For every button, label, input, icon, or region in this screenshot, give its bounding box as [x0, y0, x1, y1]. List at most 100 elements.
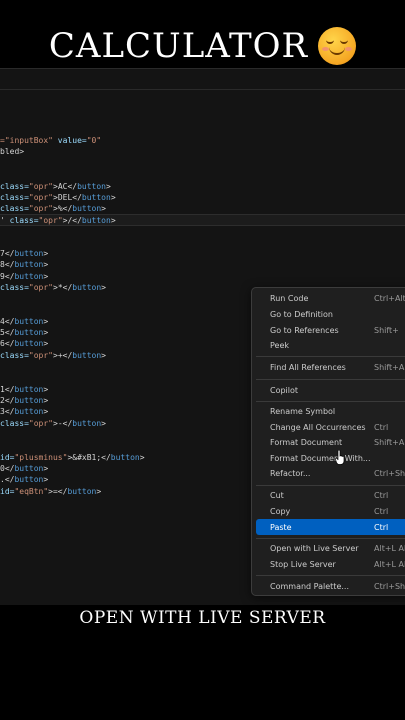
menu-item-label: Find All References [270, 362, 346, 372]
menu-item-go-to-definition[interactable]: Go to Definition [256, 306, 405, 322]
code-token: button [81, 216, 111, 225]
code-token: 2</ [0, 396, 15, 405]
code-token: > [96, 487, 102, 496]
title-text: CALCULATOR [48, 26, 309, 66]
code-token: 4</ [0, 317, 15, 326]
code-line[interactable]: .</button> [0, 474, 48, 486]
menu-item-run-code[interactable]: Run Code Ctrl+Alt [256, 290, 405, 306]
editor-divider [0, 89, 405, 90]
code-token: id= [0, 453, 15, 462]
menu-item-shortcut: Ctrl+Shift [374, 581, 405, 591]
menu-separator [256, 538, 405, 539]
code-token: >/</ [62, 216, 82, 225]
menu-item-change-all-occurrences[interactable]: Change All Occurrences Ctrl [256, 419, 405, 435]
code-token: "opr" [28, 419, 53, 428]
code-line[interactable]: bled> [0, 146, 24, 158]
code-token: class= [0, 283, 29, 292]
code-token: > [101, 351, 106, 360]
code-line[interactable]: 8</button> [0, 259, 48, 271]
code-token: button [81, 193, 111, 202]
code-token: button [14, 272, 44, 281]
menu-item-stop-live-server[interactable]: Stop Live Server Alt+L Alt [256, 556, 405, 572]
menu-item-paste[interactable]: Paste Ctrl [256, 519, 405, 535]
hand-cursor-icon [335, 450, 345, 465]
code-token: button [14, 407, 44, 416]
code-token: ="inputBox" [0, 136, 58, 145]
menu-item-shortcut: Alt+L Alt [374, 543, 405, 553]
code-token: button [14, 396, 44, 405]
code-token: >%</ [53, 204, 73, 213]
code-line[interactable]: class="opr">+</button> [0, 350, 106, 362]
code-token: "plusminus" [14, 453, 68, 462]
menu-separator [256, 401, 405, 402]
code-token: bled> [0, 147, 25, 156]
menu-item-shortcut: Ctrl [374, 522, 389, 532]
code-editor[interactable]: ="inputBox" value="0" bled> class="opr">AC… [0, 68, 405, 605]
code-line[interactable]: id="eqBtn">=</button> [0, 486, 101, 498]
code-line[interactable]: class="opr">-</button> [0, 418, 106, 430]
menu-separator [256, 356, 405, 357]
code-token: > [43, 328, 49, 337]
menu-item-copy[interactable]: Copy Ctrl [256, 503, 405, 519]
code-token: button [14, 260, 44, 269]
code-token: button [14, 249, 44, 258]
code-line[interactable]: 3</button> [0, 406, 48, 418]
menu-item-shortcut: Ctrl+Shift [374, 468, 405, 478]
menu-item-go-to-references[interactable]: Go to References Shift+ [256, 322, 405, 338]
menu-item-shortcut: Shift+Alt+ [374, 362, 405, 372]
menu-item-cut[interactable]: Cut Ctrl [256, 487, 405, 503]
menu-item-copilot[interactable]: Copilot [256, 382, 405, 398]
menu-item-find-all-references[interactable]: Find All References Shift+Alt+ [256, 359, 405, 375]
code-token: button [14, 317, 44, 326]
code-token: ' [0, 216, 10, 225]
menu-item-shortcut: Shift+ [374, 325, 399, 335]
code-token: "opr" [28, 204, 53, 213]
code-token: > [43, 249, 49, 258]
video-title: CALCULATOR [0, 22, 405, 70]
code-token: button [72, 419, 102, 428]
code-token: button [14, 328, 44, 337]
context-menu: Run Code Ctrl+Alt Go to Definition Go to Re… [251, 287, 405, 596]
code-token: "eqBtn" [14, 487, 49, 496]
code-line[interactable]: 6</button> [0, 338, 48, 350]
code-token: button [77, 182, 106, 191]
menu-item-shortcut: Ctrl+Alt [374, 293, 405, 303]
menu-separator [256, 575, 405, 576]
menu-item-refactor[interactable]: Refactor... Ctrl+Shift [256, 465, 405, 481]
code-line[interactable]: class="opr">*</button> [0, 282, 106, 294]
menu-item-peek[interactable]: Peek [256, 337, 405, 353]
code-line[interactable]: ' class="opr">/</button> [0, 214, 405, 226]
menu-item-label: Cut [270, 490, 284, 500]
code-token: >&#xB1;</ [67, 453, 111, 462]
code-token: > [43, 385, 49, 394]
menu-item-command-palette[interactable]: Command Palette... Ctrl+Shift [256, 578, 405, 594]
code-token: button [72, 351, 102, 360]
menu-item-label: Peek [270, 340, 290, 350]
code-token: 5</ [0, 328, 15, 337]
code-token: >AC</ [53, 182, 78, 191]
menu-item-label: Refactor... [270, 468, 311, 478]
menu-item-label: Run Code [270, 293, 309, 303]
code-token: button [14, 475, 44, 484]
smiling-face-icon [318, 27, 357, 65]
menu-item-shortcut: Ctrl [374, 506, 389, 516]
menu-item-format-document[interactable]: Format Document Shift+Alt [256, 434, 405, 450]
code-token: 6</ [0, 339, 15, 348]
menu-item-label: Go to References [270, 325, 339, 335]
code-token: 8</ [0, 260, 15, 269]
code-token: > [101, 204, 106, 213]
code-token: > [139, 453, 145, 462]
menu-item-label: Go to Definition [270, 309, 333, 319]
menu-item-shortcut: Ctrl [374, 490, 389, 500]
menu-item-label: Format Document With... [270, 453, 371, 463]
code-token: class= [0, 193, 29, 202]
menu-item-label: Format Document [270, 437, 343, 447]
caption: OPEN WITH LIVE SERVER [79, 608, 326, 628]
menu-item-rename-symbol[interactable]: Rename Symbol [256, 403, 405, 419]
code-token: button [67, 487, 97, 496]
code-token: >*</ [53, 283, 73, 292]
menu-item-label: Paste [270, 522, 292, 532]
code-token: class= [0, 419, 29, 428]
menu-item-format-document-with[interactable]: Format Document With... [256, 450, 405, 466]
menu-item-open-with-live-server[interactable]: Open with Live Server Alt+L Alt [256, 540, 405, 556]
